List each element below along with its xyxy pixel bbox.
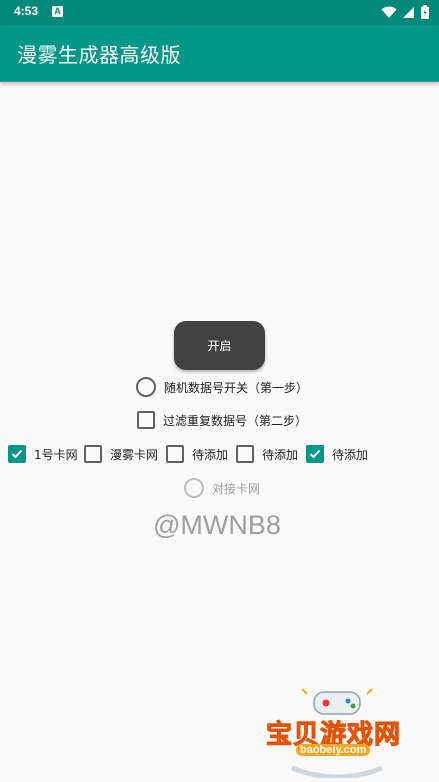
site-logo: 宝贝游戏网 baobeiy.com (262, 688, 412, 778)
notification-icon: A (52, 6, 63, 17)
card-option-3[interactable]: 待添加 (166, 445, 228, 463)
signal-icon (403, 6, 414, 18)
connect-card-option: 对接卡网 (184, 478, 260, 498)
card-option-1-label: 1号卡网 (34, 447, 78, 462)
status-bar: 4:53 A (0, 0, 439, 25)
status-time: 4:53 (14, 4, 39, 18)
random-switch-option[interactable]: 随机数据号开关（第一步） (136, 377, 308, 397)
card-option-5-checkbox[interactable] (306, 445, 324, 463)
watermark-text: @MWNB8 (153, 510, 281, 540)
filter-duplicates-label: 过滤重复数据号（第二步） (163, 413, 308, 428)
card-option-3-label: 待添加 (192, 447, 229, 462)
checkmark-icon (11, 449, 23, 459)
card-option-1-checkbox[interactable] (8, 445, 26, 463)
card-option-5-label: 待添加 (332, 447, 369, 462)
connect-card-radio (184, 478, 204, 498)
checkmark-icon (309, 449, 321, 459)
card-option-4-checkbox[interactable] (236, 445, 254, 463)
app-bar: 漫雾生成器高级版 (0, 25, 439, 82)
random-switch-label: 随机数据号开关（第一步） (164, 380, 309, 395)
card-option-5[interactable]: 待添加 (306, 445, 368, 463)
card-option-1[interactable]: 1号卡网 (8, 445, 78, 463)
random-switch-radio[interactable] (136, 377, 156, 397)
connect-card-label: 对接卡网 (212, 481, 261, 496)
card-option-4[interactable]: 待添加 (236, 445, 298, 463)
filter-duplicates-checkbox[interactable] (137, 411, 155, 429)
card-option-2-checkbox[interactable] (84, 445, 102, 463)
site-logo-url: baobeiy.com (296, 744, 371, 756)
card-option-2[interactable]: 漫雾卡网 (84, 445, 158, 463)
wifi-icon (381, 6, 397, 18)
app-title: 漫雾生成器高级版 (17, 43, 181, 67)
card-option-3-checkbox[interactable] (166, 445, 184, 463)
status-icons (381, 5, 429, 19)
card-option-2-label: 漫雾卡网 (110, 447, 159, 462)
filter-duplicates-option[interactable]: 过滤重复数据号（第二步） (137, 411, 307, 429)
start-button[interactable]: 开启 (174, 321, 265, 370)
battery-icon (421, 5, 429, 19)
card-option-4-label: 待添加 (262, 447, 299, 462)
